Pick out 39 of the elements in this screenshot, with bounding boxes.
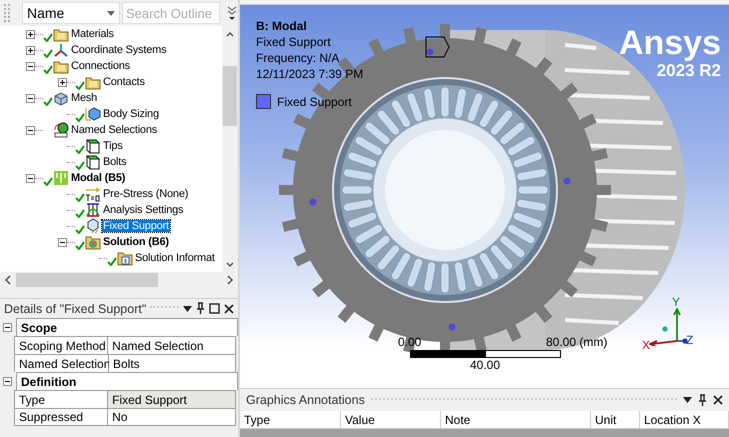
viewport-info: Frequency: N/A [256, 50, 340, 66]
tree-item[interactable]: Fixed Support [102, 220, 170, 232]
property-value[interactable]: Fixed Support [108, 391, 235, 408]
column-header[interactable]: Type [240, 411, 341, 428]
column-header[interactable]: Unit [591, 411, 640, 428]
viewport-info: 12/11/2023 7:39 PM [256, 66, 364, 82]
tree-item[interactable]: Analysis Settings [102, 204, 184, 216]
tree-item[interactable]: Coordinate Systems [70, 44, 168, 56]
scale-label: 80.00 (mm) [546, 335, 608, 349]
tree-item[interactable]: Contacts [102, 76, 146, 88]
tree-item[interactable]: Connections [70, 60, 131, 72]
tree-item[interactable]: Named Selections [70, 124, 158, 136]
logo-text: Ansys [618, 25, 721, 61]
panel-title: Graphics Annotations [246, 393, 365, 407]
tree-item[interactable]: Solution (B6) [102, 236, 170, 248]
search-field[interactable]: Search Outline [122, 2, 220, 24]
scale-label: 40.00 [470, 358, 500, 372]
name-dropdown[interactable]: Name [22, 2, 120, 24]
analysis-title: B: Modal [256, 18, 307, 34]
column-header[interactable]: Note [441, 411, 591, 428]
panel-title: Details of "Fixed Support" [4, 302, 146, 316]
tree-item[interactable]: Mesh [70, 92, 98, 104]
tree-item[interactable]: Materials [70, 28, 115, 40]
tree-item[interactable]: Bolts [102, 156, 128, 168]
tree-item[interactable]: Body Sizing [102, 108, 160, 120]
tree-item[interactable]: Pre-Stress (None) [102, 188, 190, 200]
axis-label: Y [672, 295, 680, 309]
viewport-info: Fixed Support [256, 34, 331, 50]
scale-label: 0.00 [398, 335, 422, 349]
tree-item[interactable]: Modal (B5) [70, 172, 126, 184]
tree-item[interactable]: Solution Informat [134, 252, 216, 264]
tree-item[interactable]: Tips [102, 140, 124, 152]
column-header[interactable]: Location X [640, 411, 729, 428]
column-header[interactable]: Value [341, 411, 441, 428]
version-label: 2023 R2 [656, 61, 721, 81]
group-header: Scope [16, 318, 238, 336]
axis-label: X [642, 338, 650, 352]
axis-label: Z [686, 333, 694, 347]
group-header: Definition [16, 372, 238, 390]
